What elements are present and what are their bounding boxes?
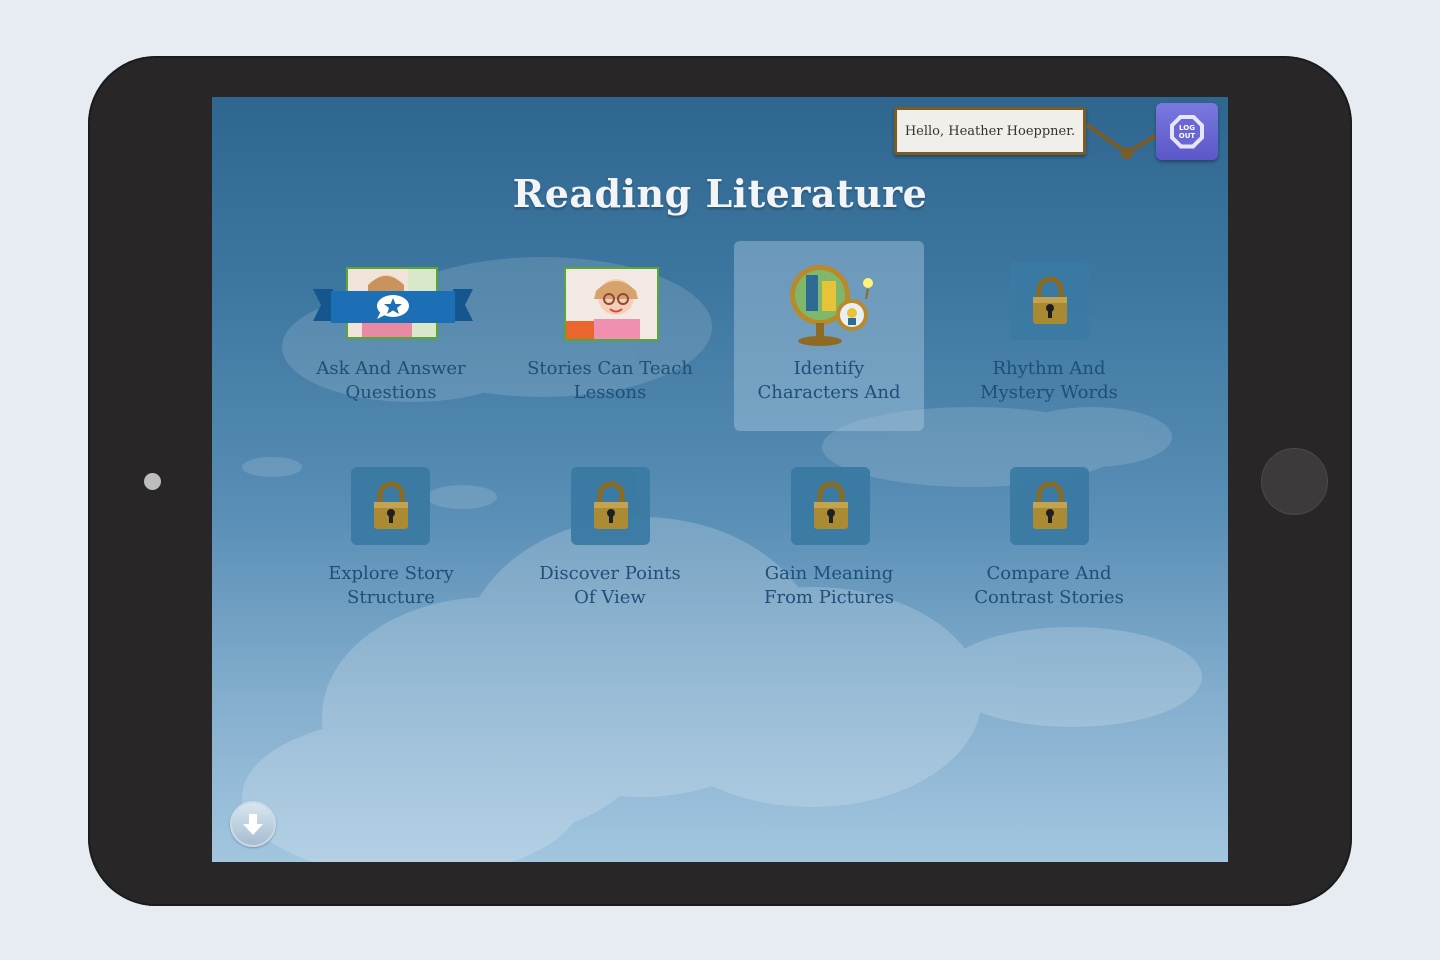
logout-button[interactable]: LOG OUT [1156, 103, 1218, 160]
magnifying-glass-icon [790, 265, 873, 346]
logout-label-line2: OUT [1178, 131, 1196, 140]
padlock-icon [1032, 481, 1067, 529]
lesson-label: Ask And Answer Questions [316, 358, 466, 403]
lesson-compare-and-contrast-stories[interactable]: Compare And Contrast Stories [954, 446, 1144, 636]
padlock-icon [593, 481, 628, 529]
lock-tile [1010, 467, 1089, 545]
arrow-down-icon [243, 814, 263, 835]
ribbon-thumbnail-icon [313, 289, 473, 323]
lesson-identify-characters[interactable]: Identify Characters And [734, 241, 924, 431]
lesson-label: Discover Points Of View [539, 563, 681, 608]
page-title: Reading Literature [512, 171, 928, 216]
lesson-discover-points-of-view[interactable]: Discover Points Of View [515, 446, 705, 636]
lesson-label: Compare And Contrast Stories [974, 563, 1124, 608]
logout-label-line1: LOG [1179, 123, 1195, 132]
lock-tile [571, 467, 650, 545]
camera [144, 473, 161, 490]
padlock-icon [1032, 276, 1067, 324]
lesson-label: Gain Meaning From Pictures [764, 563, 894, 608]
girl-glasses-thumbnail-icon [564, 267, 659, 341]
lesson-rhythm-and-mystery-words[interactable]: Rhythm And Mystery Words [954, 241, 1144, 431]
scroll-down-button[interactable] [230, 801, 276, 847]
lesson-gain-meaning-from-pictures[interactable]: Gain Meaning From Pictures [734, 446, 924, 636]
lock-tile [791, 467, 870, 545]
lesson-label: Rhythm And Mystery Words [980, 358, 1118, 403]
lock-tile [351, 467, 430, 545]
app-screen: Reading Literature Hello, Heather Hoeppn… [212, 97, 1228, 862]
greeting-sign: Hello, Heather Hoeppner. [894, 107, 1086, 155]
lesson-stories-can-teach-lessons[interactable]: Stories Can Teach Lessons [515, 241, 705, 431]
lesson-label: Explore Story Structure [328, 563, 454, 608]
lesson-label: Identify Characters And [757, 358, 901, 403]
lesson-label: Stories Can Teach Lessons [527, 358, 693, 403]
padlock-icon [813, 481, 848, 529]
padlock-icon [373, 481, 408, 529]
home-button[interactable] [1261, 448, 1328, 515]
lesson-ask-and-answer-questions[interactable]: Ask And Answer Questions [296, 241, 486, 431]
stop-sign-icon: LOG OUT [1170, 114, 1204, 149]
lesson-explore-story-structure[interactable]: Explore Story Structure [296, 446, 486, 636]
chain-decoration [1085, 123, 1159, 159]
lock-tile [1010, 262, 1089, 340]
